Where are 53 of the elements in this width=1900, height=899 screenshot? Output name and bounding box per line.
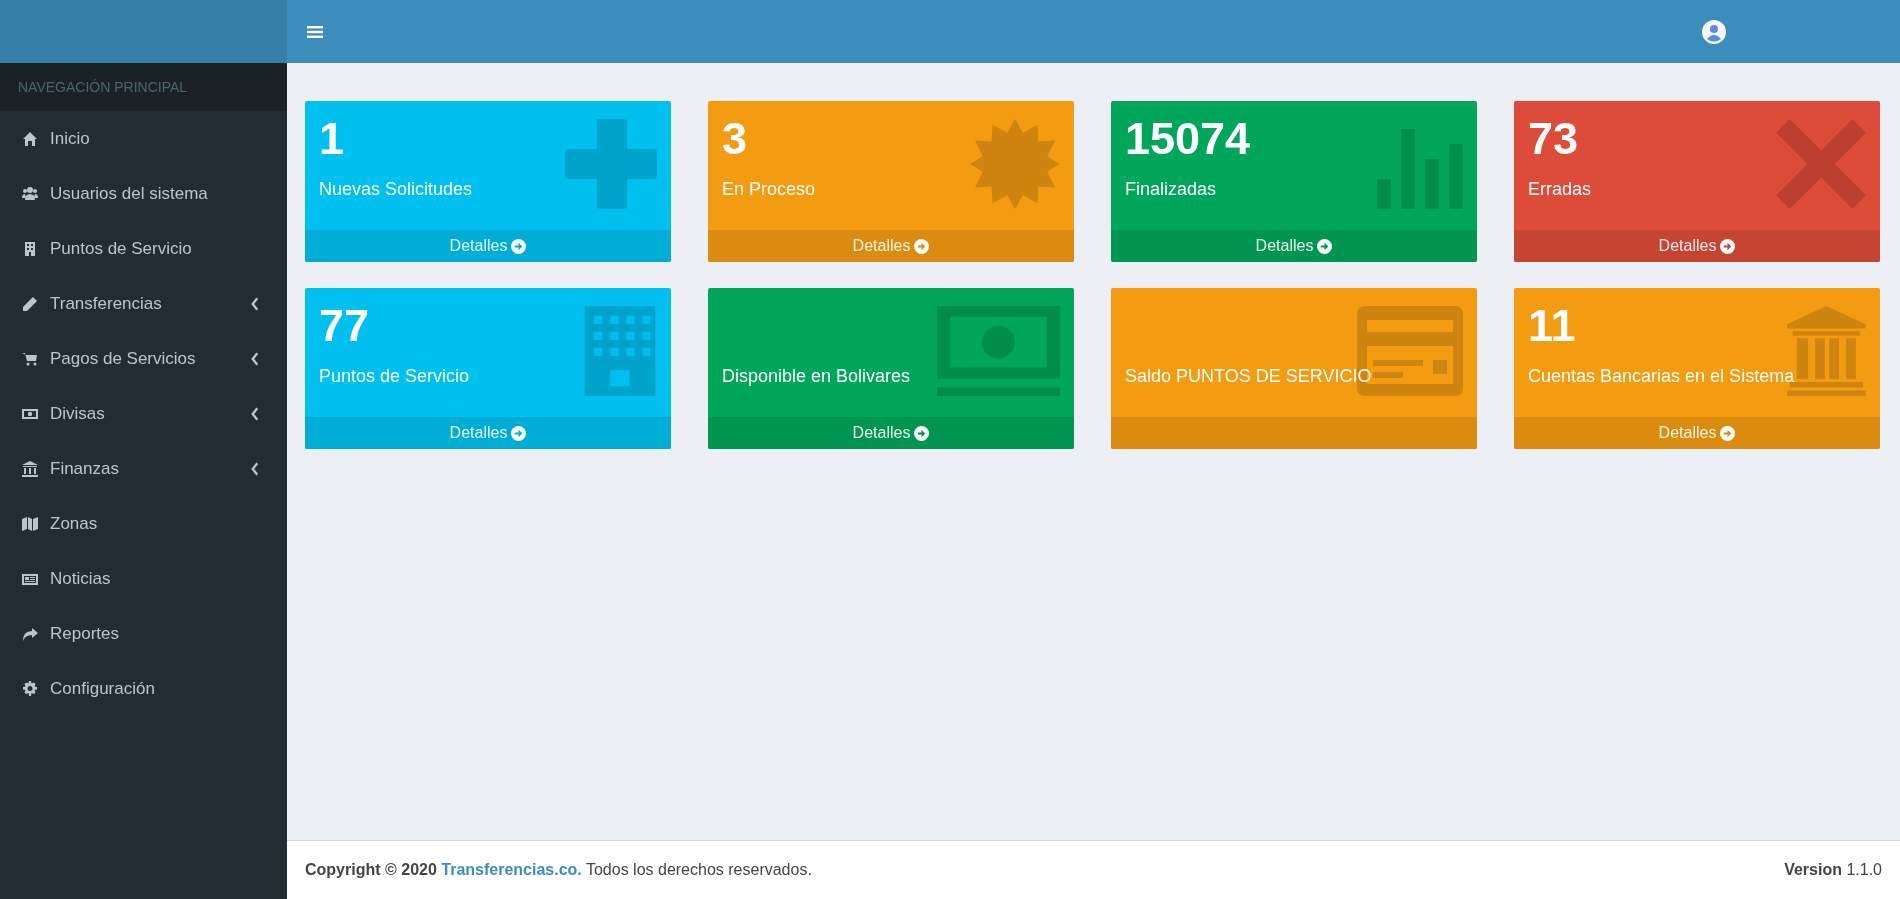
cart-icon: [22, 350, 38, 367]
sidebar-item[interactable]: Pagos de Servicios: [0, 331, 287, 386]
sun-icon: [970, 119, 1060, 209]
bank-icon: [22, 460, 38, 477]
arrow-circle-icon: [511, 238, 527, 254]
stat-label: Nuevas Solicitudes: [319, 179, 473, 199]
sidebar-item[interactable]: Usuarios del sistema: [0, 166, 287, 221]
home-icon: [22, 130, 38, 147]
stat-value: 1: [319, 113, 345, 164]
sidebar-item[interactable]: Inicio: [0, 111, 287, 166]
settings-icon: [22, 680, 38, 697]
copyright-text: Copyright © 2020 Transferencias.co. Todos los derechos reservados.: [305, 861, 812, 879]
stat-label: Disponible en Bolivares: [722, 366, 911, 386]
stat-label: Puntos de Servicio: [319, 366, 470, 386]
arrow-circle-icon: [1317, 238, 1333, 254]
plus-icon: [565, 119, 657, 209]
pencil-icon: [22, 295, 38, 312]
building-icon: [22, 240, 38, 257]
stat-label: Finalizadas: [1125, 179, 1217, 199]
sidebar-item[interactable]: Finanzas: [0, 441, 287, 496]
sidebar-item[interactable]: Noticias: [0, 551, 287, 606]
stat-value: 73: [1528, 113, 1579, 164]
arrow-circle-icon: [1720, 425, 1736, 441]
building-icon: [583, 306, 657, 396]
sidebar-header: NAVEGACIÓN PRINCIPAL: [0, 63, 287, 111]
sidebar-item[interactable]: Configuración: [0, 661, 287, 716]
menu-icon: [307, 24, 323, 39]
arrow-circle-icon: [1720, 238, 1736, 254]
stat-label: Cuentas Bancarias en el Sistema: [1528, 366, 1795, 386]
sidebar-item[interactable]: Reportes: [0, 606, 287, 661]
site-link[interactable]: Transferencias.co.: [441, 861, 582, 878]
stat-value: 3: [722, 113, 748, 164]
stat-value: 11: [1528, 300, 1576, 351]
stat-label: En Proceso: [722, 179, 816, 199]
sidebar-item[interactable]: Zonas: [0, 496, 287, 551]
map-icon: [22, 515, 38, 532]
stat-label: Saldo PUNTOS DE SERVICIO: [1125, 366, 1372, 386]
user-avatar-icon[interactable]: [1702, 19, 1726, 44]
stat-value: 77: [319, 300, 370, 351]
arrow-circle-icon: [914, 238, 930, 254]
sidebar-item[interactable]: Divisas: [0, 386, 287, 441]
cross-icon: [1776, 119, 1866, 209]
version-text: Version 1.1.0: [1784, 861, 1882, 879]
users-icon: [22, 185, 38, 202]
details-link[interactable]: Detalles: [1658, 230, 1736, 262]
sidebar-item[interactable]: Transferencias: [0, 276, 287, 331]
banknote-icon: [937, 306, 1060, 396]
arrow-circle-icon: [914, 425, 930, 441]
sidebar-item[interactable]: Puntos de Servicio: [0, 221, 287, 276]
share-icon: [22, 625, 38, 642]
arrow-circle-icon: [511, 425, 527, 441]
stat-value: 15074: [1125, 113, 1251, 164]
stat-label: Erradas: [1528, 179, 1592, 199]
